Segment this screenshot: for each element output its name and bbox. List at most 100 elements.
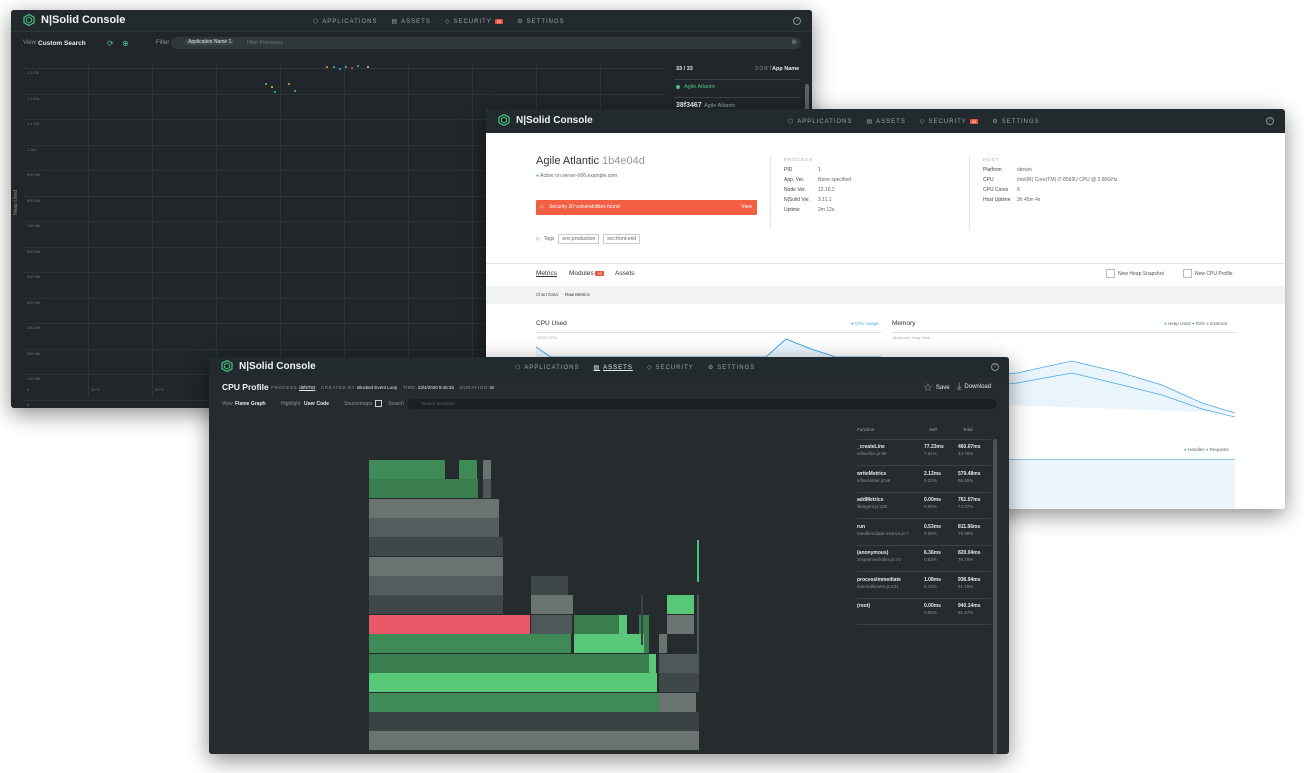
nav-settings[interactable]: ⚙ SETTINGS bbox=[992, 118, 1039, 126]
tag-chip[interactable]: svc:front-end bbox=[603, 234, 641, 244]
col-total[interactable]: Total bbox=[963, 427, 973, 432]
nav-applications[interactable]: ⬡ APPLICATIONS bbox=[313, 18, 377, 26]
help-icon[interactable]: ? bbox=[793, 17, 801, 25]
flame-frame[interactable] bbox=[697, 540, 699, 582]
refresh-icon[interactable]: ⟳ bbox=[107, 39, 114, 48]
flame-frame[interactable] bbox=[667, 615, 694, 634]
flame-frame[interactable] bbox=[659, 654, 699, 673]
flame-frame[interactable] bbox=[574, 615, 619, 634]
nsolid-logo[interactable]: N|Solid Console bbox=[23, 14, 125, 26]
sort-select[interactable]: App Name bbox=[772, 66, 799, 72]
table-row[interactable]: processImmediate internal/timers.js:431 1.… bbox=[857, 573, 991, 599]
help-icon[interactable]: ? bbox=[1266, 117, 1274, 125]
table-row[interactable]: writeMetrics influx/writer.js:66 2.12ms 0.2… bbox=[857, 467, 991, 493]
save-button[interactable]: ☆ Save bbox=[923, 381, 950, 394]
help-icon[interactable]: ? bbox=[991, 363, 999, 371]
flame-frame[interactable] bbox=[369, 460, 445, 479]
scatter-point[interactable] bbox=[351, 67, 353, 69]
scatter-point[interactable] bbox=[271, 86, 273, 88]
new-cpu-profile-button[interactable]: New CPU Profile bbox=[1183, 269, 1233, 278]
flame-frame[interactable] bbox=[641, 595, 643, 645]
view-select[interactable]: Flame Graph bbox=[235, 401, 266, 407]
scatter-point[interactable] bbox=[357, 65, 359, 67]
flame-frame[interactable] bbox=[697, 595, 699, 655]
download-button[interactable]: ⤓ Download bbox=[957, 381, 991, 392]
table-row[interactable]: (anonymous) zmqserver/index.js:74 6.36ms 0.… bbox=[857, 546, 991, 572]
filter-input[interactable]: Application Name 1 Filter Processes ⊗ bbox=[171, 37, 801, 49]
tag-chip[interactable]: env:production bbox=[558, 234, 600, 244]
scatter-point[interactable] bbox=[326, 66, 328, 68]
flame-frame[interactable] bbox=[659, 673, 699, 692]
highlight-select[interactable]: User Code bbox=[304, 401, 329, 407]
view-select[interactable]: Custom Search bbox=[38, 40, 86, 47]
search-input[interactable]: Search functions bbox=[407, 399, 997, 409]
flame-frame[interactable] bbox=[369, 731, 699, 750]
flame-frame[interactable] bbox=[649, 654, 656, 673]
flame-frame[interactable] bbox=[369, 654, 649, 673]
sourcemaps-checkbox[interactable] bbox=[375, 400, 382, 407]
table-row[interactable]: _createLine influx/line.js:96 77.23ms 7.61%… bbox=[857, 440, 991, 466]
nav-security[interactable]: ◇ SECURITY 20 bbox=[920, 118, 979, 125]
filter-chip[interactable]: Application Name 1 bbox=[185, 39, 235, 45]
flame-frame[interactable] bbox=[619, 615, 627, 634]
flame-frame[interactable] bbox=[659, 693, 696, 712]
table-row[interactable]: (root) - 0.00ms 0.00% 940.14ms 91.47% bbox=[857, 599, 991, 625]
process-link[interactable]: d8f9783 bbox=[299, 385, 315, 390]
flame-frame[interactable] bbox=[483, 479, 491, 498]
nav-applications[interactable]: ⬡ APPLICATIONS bbox=[515, 364, 579, 372]
flame-frame[interactable] bbox=[369, 712, 699, 731]
scatter-point[interactable] bbox=[288, 83, 290, 85]
nav-assets[interactable]: ▤ ASSETS bbox=[866, 118, 905, 126]
nsolid-logo[interactable]: N|Solid Console bbox=[221, 360, 316, 372]
flame-frame[interactable] bbox=[369, 518, 499, 537]
flame-frame[interactable] bbox=[659, 634, 667, 653]
clear-icon[interactable]: ⊗ bbox=[791, 38, 797, 46]
scatter-point[interactable] bbox=[339, 68, 341, 70]
new-heap-snapshot-button[interactable]: New Heap Snapshot bbox=[1106, 269, 1164, 278]
tab-assets[interactable]: Assets bbox=[615, 270, 635, 277]
flame-frame[interactable] bbox=[369, 693, 659, 712]
nav-assets[interactable]: ▤ ASSETS bbox=[391, 18, 430, 26]
flame-frame[interactable] bbox=[459, 460, 477, 479]
col-function[interactable]: Function bbox=[857, 427, 874, 432]
nsolid-logo[interactable]: N|Solid Console bbox=[498, 114, 593, 126]
flame-frame[interactable] bbox=[369, 615, 530, 634]
scrollbar[interactable] bbox=[993, 439, 997, 754]
col-self[interactable]: Self bbox=[929, 427, 937, 432]
flame-frame[interactable] bbox=[369, 576, 503, 595]
scatter-point[interactable] bbox=[345, 66, 347, 68]
nav-security[interactable]: ◇ SECURITY 20 bbox=[445, 18, 504, 25]
flame-frame[interactable] bbox=[369, 479, 461, 498]
chart-data-select[interactable]: Raw Metrics bbox=[565, 292, 590, 297]
flame-frame[interactable] bbox=[667, 595, 694, 614]
flame-frame[interactable] bbox=[531, 595, 573, 614]
nav-settings[interactable]: ⚙ SETTINGS bbox=[708, 364, 755, 372]
nav-security[interactable]: ◇ SECURITY bbox=[647, 364, 694, 372]
flame-frame[interactable] bbox=[483, 460, 491, 479]
table-row[interactable]: addMetrics lib/agent.js:130 0.00ms 0.00% 761… bbox=[857, 493, 991, 519]
add-view-icon[interactable]: ⊕ bbox=[122, 39, 129, 48]
flame-frame[interactable] bbox=[531, 615, 572, 634]
scatter-point[interactable] bbox=[274, 91, 276, 93]
scatter-point[interactable] bbox=[294, 90, 296, 92]
flame-frame[interactable] bbox=[644, 634, 649, 653]
flame-frame[interactable] bbox=[369, 499, 499, 518]
tab-modules[interactable]: Modules 20 bbox=[569, 270, 604, 277]
security-banner[interactable]: ◇ Security 20 vulnerabilities found View bbox=[536, 200, 757, 215]
flame-frame[interactable] bbox=[369, 673, 657, 692]
flame-frame[interactable] bbox=[574, 634, 644, 653]
flame-frame[interactable] bbox=[531, 576, 568, 595]
flame-frame[interactable] bbox=[461, 479, 478, 498]
table-row[interactable]: run handlers/data-metrics.js:7 0.53ms 0.05%… bbox=[857, 520, 991, 546]
flame-frame[interactable] bbox=[369, 634, 571, 653]
scatter-point[interactable] bbox=[333, 66, 335, 68]
flame-frame[interactable] bbox=[369, 557, 503, 576]
flame-frame[interactable] bbox=[369, 595, 503, 614]
tab-metrics[interactable]: Metrics bbox=[536, 270, 557, 277]
nav-settings[interactable]: ⚙ SETTINGS bbox=[517, 18, 564, 26]
scatter-point[interactable] bbox=[367, 66, 369, 68]
process-list-item[interactable]: Agile Atlantic bbox=[674, 79, 800, 95]
scatter-point[interactable] bbox=[265, 83, 267, 85]
nav-applications[interactable]: ⬡ APPLICATIONS bbox=[788, 118, 852, 126]
security-view-link[interactable]: View bbox=[741, 204, 752, 210]
